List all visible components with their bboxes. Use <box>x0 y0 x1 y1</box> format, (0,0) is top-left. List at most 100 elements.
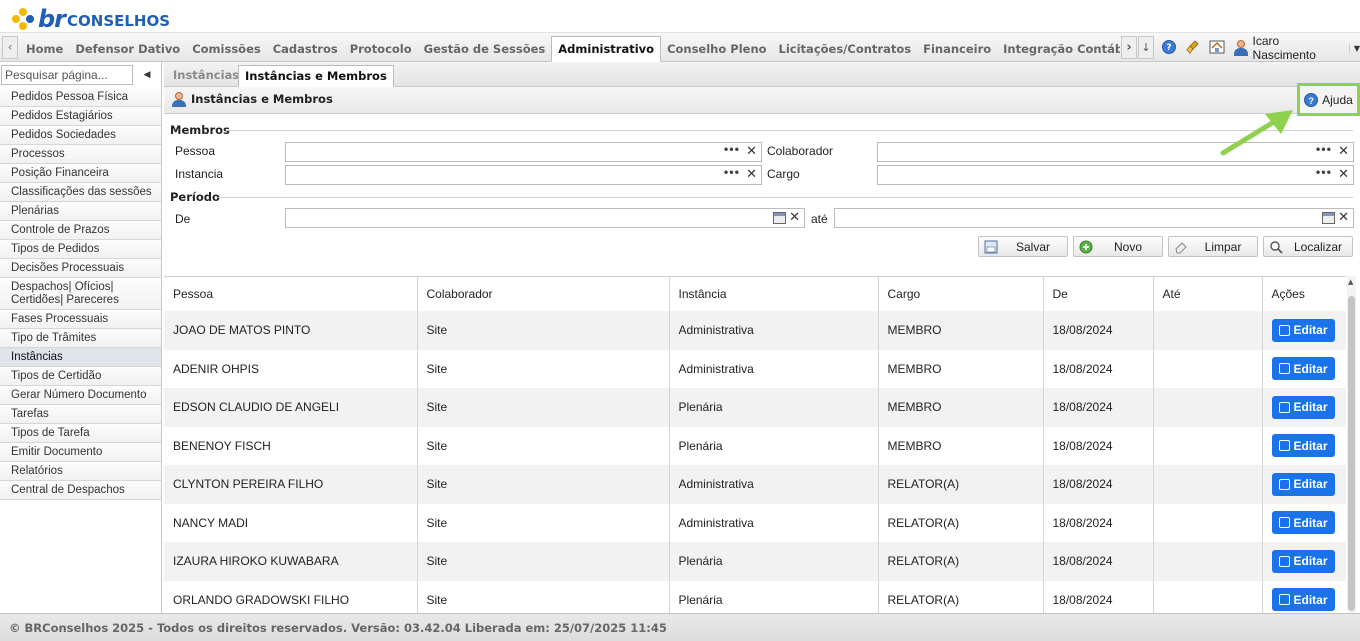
edit-button[interactable]: Editar <box>1271 549 1335 573</box>
new-button[interactable]: Novo <box>1073 236 1163 257</box>
scroll-up-icon[interactable]: ▲ <box>1348 278 1353 286</box>
table-row[interactable]: IZAURA HIROKO KUWABARA Site Plenária RELATO… <box>164 542 1346 581</box>
lookup-icon[interactable]: ••• <box>723 168 740 179</box>
table-row[interactable]: NANCY MADI Site Administrativa RELATOR(A) 18… <box>164 503 1346 542</box>
clear-button[interactable]: Limpar <box>1168 236 1258 257</box>
sidebar-search-input[interactable]: Pesquisar página... <box>1 65 133 85</box>
sidebar-item-tipos-de-tarefa[interactable]: Tipos de Tarefa <box>0 424 161 443</box>
sidebar-item-posicao-financeira[interactable]: Posição Financeira <box>0 164 161 183</box>
column-header[interactable]: De <box>1043 277 1154 311</box>
column-header[interactable]: Pessoa <box>164 277 418 311</box>
lookup-icon[interactable]: ••• <box>723 145 740 156</box>
clear-icon[interactable]: ✕ <box>1338 167 1349 182</box>
chevron-down-icon[interactable]: ▼ <box>1348 43 1360 53</box>
column-header[interactable]: Ações <box>1262 277 1346 311</box>
broom-icon[interactable] <box>1184 38 1202 56</box>
actions-cell: Editar <box>1262 580 1346 613</box>
tab-instancias-membros[interactable]: Instâncias e Membros <box>238 65 394 87</box>
sidebar-item-pedidos-estagiarios[interactable]: Pedidos Estagiários <box>0 107 161 126</box>
table-cell <box>1153 426 1263 465</box>
sidebar-item-decisoes-processuais[interactable]: Decisões Processuais <box>0 259 161 278</box>
table-cell: Plenária <box>669 426 879 465</box>
sidebar-item-relatorios[interactable]: Relatórios <box>0 462 161 481</box>
sidebar-item-pedidos-pessoa-fisica[interactable]: Pedidos Pessoa Física <box>0 88 161 107</box>
table-row[interactable]: ORLANDO GRADOWSKI FILHO Site Plenária RELAT… <box>164 580 1346 613</box>
help-icon[interactable]: ? <box>1160 38 1178 56</box>
clear-icon[interactable]: ✕ <box>1338 144 1349 159</box>
save-button[interactable]: Salvar <box>978 236 1068 257</box>
clear-icon[interactable]: ✕ <box>746 167 757 182</box>
edit-button[interactable]: Editar <box>1271 472 1335 496</box>
help-button[interactable]: ? Ajuda <box>1297 83 1360 116</box>
table-row[interactable]: ADENIR OHPIS Site Administrativa MEMBRO 18/0… <box>164 349 1346 388</box>
pessoa-field[interactable]: ••• ✕ <box>285 142 762 162</box>
column-header[interactable]: Colaborador <box>417 277 670 311</box>
sidebar-item-pedidos-sociedades[interactable]: Pedidos Sociedades <box>0 126 161 145</box>
table-cell: Site <box>417 388 670 427</box>
menu-item-protocolo[interactable]: Protocolo <box>344 35 418 62</box>
calendar-icon[interactable] <box>773 212 786 224</box>
sidebar-item-tipos-de-certidao[interactable]: Tipos de Certidão <box>0 367 161 386</box>
menu-item-home[interactable]: Home <box>20 35 69 62</box>
find-button[interactable]: Localizar <box>1263 236 1353 257</box>
edit-button[interactable]: Editar <box>1271 588 1335 612</box>
table-row[interactable]: BENENOY FISCH Site Plenária MEMBRO 18/08/202… <box>164 426 1346 465</box>
menu-item-gestao-de-sessoes[interactable]: Gestão de Sessões <box>418 35 552 62</box>
sidebar-item-emitir-documento[interactable]: Emitir Documento <box>0 443 161 462</box>
menu-scroll-right-button[interactable]: › <box>1121 36 1137 59</box>
menu-item-integracao-contabil[interactable]: Integração Contábil <box>997 35 1120 62</box>
table-cell: Plenária <box>669 388 879 427</box>
home-icon[interactable] <box>1208 38 1226 56</box>
edit-button[interactable]: Editar <box>1271 434 1335 458</box>
sidebar-item-processos[interactable]: Processos <box>0 145 161 164</box>
table-scrollbar[interactable]: ▲ <box>1347 276 1356 613</box>
clear-icon[interactable]: ✕ <box>1338 210 1349 225</box>
tab-instancias[interactable]: Instâncias <box>167 65 245 87</box>
edit-button[interactable]: Editar <box>1271 395 1335 419</box>
menu-item-cadastros[interactable]: Cadastros <box>267 35 344 62</box>
user-menu[interactable]: Icaro Nascimento ▼ <box>1234 34 1360 62</box>
clear-icon[interactable]: ✕ <box>746 144 757 159</box>
date-from-field[interactable]: ✕ <box>285 208 805 228</box>
date-to-field[interactable]: ✕ <box>834 208 1354 228</box>
lookup-icon[interactable]: ••• <box>1315 168 1332 179</box>
edit-button[interactable]: Editar <box>1271 357 1335 381</box>
sidebar-item-plenarias[interactable]: Plenárias <box>0 202 161 221</box>
menu-scroll-down-button[interactable]: ↓ <box>1138 36 1154 59</box>
sidebar-item-gerar-numero-documento[interactable]: Gerar Número Documento <box>0 386 161 405</box>
table-cell: BENENOY FISCH <box>164 426 418 465</box>
brconselhos-logo[interactable]: br CONSELHOS <box>12 5 170 33</box>
sidebar-item-classificacoes-das-sessoes[interactable]: Classificações das sessões <box>0 183 161 202</box>
sidebar-item-despachos-oficios-certidoes-pareceres[interactable]: Despachos| Ofícios| Certidões| Pareceres <box>0 278 161 310</box>
lookup-icon[interactable]: ••• <box>1315 145 1332 156</box>
sidebar-item-controle-de-prazos[interactable]: Controle de Prazos <box>0 221 161 240</box>
sidebar-item-tipo-de-tramites[interactable]: Tipo de Trâmites <box>0 329 161 348</box>
edit-button[interactable]: Editar <box>1271 511 1335 535</box>
calendar-icon[interactable] <box>1322 212 1335 224</box>
table-row[interactable]: CLYNTON PEREIRA FILHO Site Administrativa R… <box>164 465 1346 504</box>
menu-scroll-left-button[interactable]: ‹ <box>2 36 18 59</box>
clear-icon[interactable]: ✕ <box>789 210 800 225</box>
instancia-field[interactable]: ••• ✕ <box>285 165 762 185</box>
scrollbar-thumb[interactable] <box>1348 296 1355 611</box>
menu-item-defensor-dativo[interactable]: Defensor Dativo <box>69 35 186 62</box>
menu-item-licitacoes-contratos[interactable]: Licitações/Contratos <box>773 35 918 62</box>
menu-item-comissoes[interactable]: Comissões <box>186 35 267 62</box>
collapse-sidebar-icon[interactable]: ◀ <box>140 66 154 84</box>
menu-item-conselho-pleno[interactable]: Conselho Pleno <box>661 35 772 62</box>
edit-button[interactable]: Editar <box>1271 318 1335 342</box>
column-header[interactable]: Até <box>1153 277 1263 311</box>
column-header[interactable]: Cargo <box>878 277 1044 311</box>
column-header[interactable]: Instância <box>669 277 879 311</box>
table-row[interactable]: JOAO DE MATOS PINTO Site Administrativa MEM… <box>164 311 1346 350</box>
sidebar-item-tipos-de-pedidos[interactable]: Tipos de Pedidos <box>0 240 161 259</box>
sidebar-item-tarefas[interactable]: Tarefas <box>0 405 161 424</box>
menu-item-administrativo[interactable]: Administrativo <box>551 36 662 62</box>
menu-item-financeiro[interactable]: Financeiro <box>917 35 997 62</box>
sidebar-item-instancias[interactable]: Instâncias <box>0 348 161 367</box>
sidebar-item-fases-processuais[interactable]: Fases Processuais <box>0 310 161 329</box>
cargo-field[interactable]: ••• ✕ <box>877 165 1354 185</box>
table-cell: 18/08/2024 <box>1043 465 1154 504</box>
table-row[interactable]: EDSON CLAUDIO DE ANGELI Site Plenária MEMBR… <box>164 388 1346 427</box>
sidebar-item-central-de-despachos[interactable]: Central de Despachos <box>0 481 161 500</box>
